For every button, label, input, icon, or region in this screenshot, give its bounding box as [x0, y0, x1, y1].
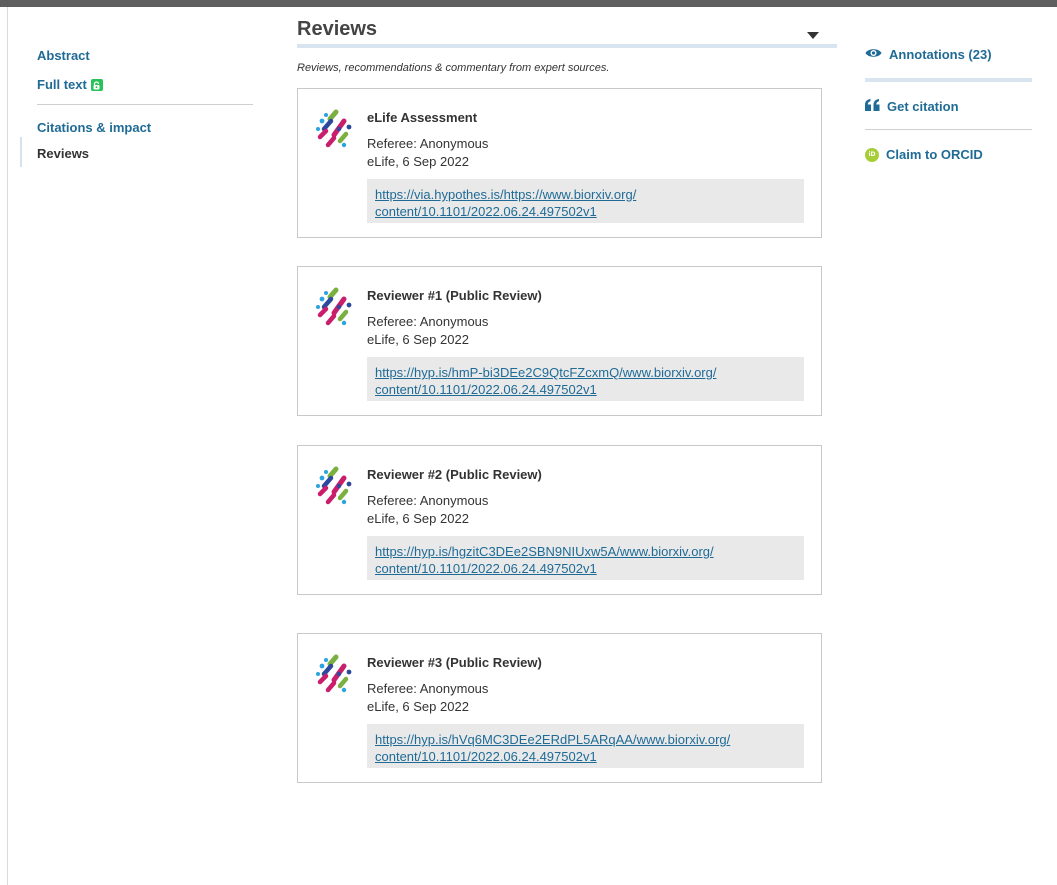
section-subtitle: Reviews, recommendations & commentary fr… — [297, 62, 610, 74]
review-source-date: eLife, 6 Sep 2022 — [367, 154, 469, 169]
nav-full-text-link[interactable]: Full text — [37, 77, 103, 93]
orcid-icon: iD — [865, 147, 879, 162]
review-link-box: https://hyp.is/hgzitC3DEe2SBN9NIUxw5A/ww… — [367, 536, 804, 580]
review-title: Reviewer #2 (Public Review) — [367, 467, 542, 482]
review-link[interactable]: https://hyp.is/hmP-bi3DEe2C9QtcFZcxmQ/ww… — [375, 364, 795, 398]
review-link-line-1: https://via.hypothes.is/https://www.bior… — [375, 187, 637, 202]
review-link[interactable]: https://hyp.is/hVq6MC3DEe2ERdPL5ARqAA/ww… — [375, 731, 795, 765]
claim-orcid-button[interactable]: iD Claim to ORCID — [865, 147, 983, 162]
review-link[interactable]: https://hyp.is/hgzitC3DEe2SBN9NIUxw5A/ww… — [375, 543, 795, 577]
review-referee: Referee: Anonymous — [367, 136, 489, 151]
reviews-section-header: Reviews — [297, 14, 837, 48]
review-referee: Referee: Anonymous — [367, 681, 489, 696]
review-link-line-2: content/10.1101/2022.06.24.497502v1 — [375, 204, 597, 219]
review-card: eLife Assessment Referee: Anonymous eLif… — [297, 88, 822, 238]
review-link-box: https://hyp.is/hmP-bi3DEe2C9QtcFZcxmQ/ww… — [367, 357, 804, 401]
review-link-line-1: https://hyp.is/hVq6MC3DEe2ERdPL5ARqAA/ww… — [375, 732, 731, 747]
open-access-icon — [90, 79, 103, 91]
review-card: Reviewer #1 (Public Review) Referee: Ano… — [297, 266, 822, 416]
nav-reviews-link[interactable]: Reviews — [37, 146, 89, 162]
reviewer-logo-icon — [312, 285, 356, 329]
quote-icon — [865, 99, 880, 114]
section-title: Reviews — [297, 18, 378, 40]
review-title: eLife Assessment — [367, 110, 478, 125]
claim-orcid-label: Claim to ORCID — [886, 147, 983, 162]
review-source-date: eLife, 6 Sep 2022 — [367, 699, 469, 714]
review-link[interactable]: https://via.hypothes.is/https://www.bior… — [375, 186, 795, 220]
nav-full-text-label: Full text — [37, 77, 87, 92]
reviewer-logo-icon — [312, 652, 356, 696]
review-link-box: https://via.hypothes.is/https://www.bior… — [367, 179, 804, 223]
review-link-line-2: content/10.1101/2022.06.24.497502v1 — [375, 561, 597, 576]
review-referee: Referee: Anonymous — [367, 493, 489, 508]
eye-icon — [865, 47, 882, 62]
right-panel-divider-thick — [865, 78, 1032, 82]
nav-active-indicator — [20, 137, 22, 167]
nav-citations-link[interactable]: Citations & impact — [37, 120, 151, 136]
review-card: Reviewer #3 (Public Review) Referee: Ano… — [297, 633, 822, 783]
review-link-line-2: content/10.1101/2022.06.24.497502v1 — [375, 382, 597, 397]
annotations-label: Annotations (23) — [889, 47, 992, 62]
review-referee: Referee: Anonymous — [367, 314, 489, 329]
review-title: Reviewer #3 (Public Review) — [367, 655, 542, 670]
review-link-line-1: https://hyp.is/hmP-bi3DEe2C9QtcFZcxmQ/ww… — [375, 365, 717, 380]
reviewer-logo-icon — [312, 464, 356, 508]
right-panel-divider — [865, 129, 1032, 130]
annotations-button[interactable]: Annotations (23) — [865, 47, 992, 62]
review-card: Reviewer #2 (Public Review) Referee: Ano… — [297, 445, 822, 595]
top-bar — [0, 0, 1057, 7]
review-link-line-1: https://hyp.is/hgzitC3DEe2SBN9NIUxw5A/ww… — [375, 544, 714, 559]
nav-divider — [37, 104, 253, 105]
caret-down-icon[interactable] — [807, 27, 819, 39]
review-title: Reviewer #1 (Public Review) — [367, 288, 542, 303]
review-link-box: https://hyp.is/hVq6MC3DEe2ERdPL5ARqAA/ww… — [367, 724, 804, 768]
nav-abstract-link[interactable]: Abstract — [37, 48, 90, 64]
review-source-date: eLife, 6 Sep 2022 — [367, 511, 469, 526]
reviewer-logo-icon — [312, 107, 356, 151]
review-link-line-2: content/10.1101/2022.06.24.497502v1 — [375, 749, 597, 764]
get-citation-label: Get citation — [887, 99, 959, 114]
review-source-date: eLife, 6 Sep 2022 — [367, 332, 469, 347]
get-citation-button[interactable]: Get citation — [865, 99, 959, 114]
page-left-border — [7, 7, 8, 885]
